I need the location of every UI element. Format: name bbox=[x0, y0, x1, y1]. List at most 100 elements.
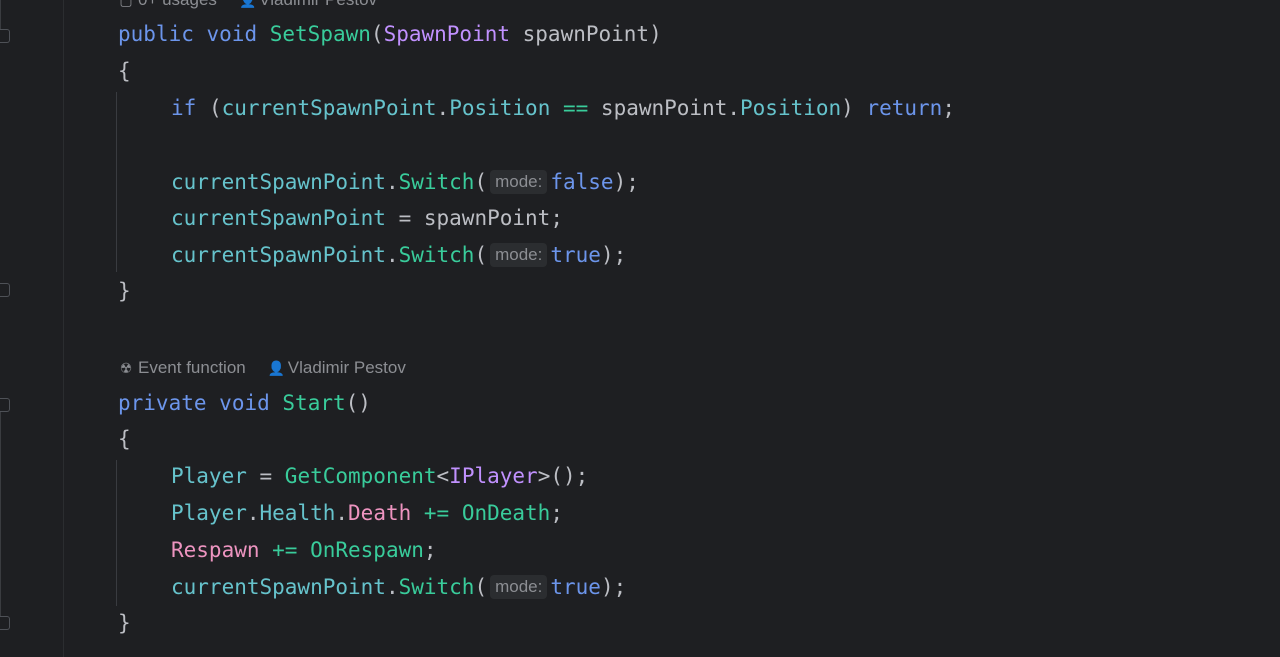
code-line[interactable]: Player.Health.Death += OnDeath; bbox=[171, 495, 563, 531]
punctuation: () bbox=[345, 391, 371, 415]
identifier: spawnPoint bbox=[600, 96, 728, 120]
keyword: void bbox=[219, 391, 270, 415]
fold-marker[interactable] bbox=[0, 398, 10, 412]
property-ref: Position bbox=[449, 96, 551, 120]
punctuation: > bbox=[537, 464, 551, 488]
usages-hint[interactable]: 0+ usages bbox=[138, 0, 217, 12]
punctuation: . bbox=[335, 501, 349, 525]
code-line[interactable]: if (currentSpawnPoint.Position == spawnP… bbox=[171, 90, 955, 126]
punctuation: ); bbox=[613, 170, 639, 194]
punctuation: ) bbox=[841, 96, 867, 120]
operator: += bbox=[259, 538, 311, 562]
punctuation: ; bbox=[942, 96, 955, 120]
fold-marker[interactable] bbox=[0, 283, 10, 297]
parameter-hint: mode: bbox=[490, 575, 548, 599]
radiation-icon: ☢ bbox=[119, 360, 133, 376]
property-ref: Position bbox=[740, 96, 842, 120]
code-line[interactable]: Respawn += OnRespawn; bbox=[171, 532, 437, 568]
punctuation: ); bbox=[600, 575, 627, 599]
code-line[interactable]: currentSpawnPoint.Switch(mode: false); bbox=[171, 164, 639, 200]
punctuation: ( bbox=[196, 96, 222, 120]
method-name: SetSpawn bbox=[269, 22, 371, 46]
keyword: void bbox=[206, 22, 258, 46]
code-line[interactable]: } bbox=[118, 273, 131, 309]
indent-guide bbox=[116, 460, 117, 606]
method-ref: OnDeath bbox=[461, 501, 551, 525]
punctuation: ) bbox=[649, 22, 662, 46]
brace: } bbox=[118, 611, 131, 635]
punctuation: ( bbox=[474, 243, 488, 267]
parameter-hint: mode: bbox=[490, 243, 548, 267]
method-call: GetComponent bbox=[284, 464, 437, 488]
operator: = bbox=[385, 206, 424, 230]
code-line[interactable]: currentSpawnPoint.Switch(mode: true); bbox=[171, 569, 626, 605]
code-vision-setspawn[interactable]: ▢ 0+ usages 👤 Vladimir Pestov bbox=[118, 0, 377, 12]
code-line[interactable]: { bbox=[118, 421, 131, 457]
field-ref: currentSpawnPoint bbox=[171, 243, 386, 267]
literal: true bbox=[550, 243, 601, 267]
punctuation: ( bbox=[474, 170, 488, 194]
keyword: public bbox=[118, 22, 194, 46]
editor-gutter[interactable] bbox=[0, 0, 64, 657]
punctuation: (); bbox=[550, 464, 589, 488]
gutter-divider bbox=[63, 0, 64, 657]
author-hint[interactable]: Vladimir Pestov bbox=[288, 356, 406, 380]
fold-marker[interactable] bbox=[0, 29, 10, 43]
method-call: Switch bbox=[398, 243, 475, 267]
code-line[interactable]: } bbox=[118, 605, 131, 641]
fold-marker[interactable] bbox=[0, 616, 10, 630]
code-line[interactable]: private void Start() bbox=[118, 385, 371, 421]
brace: { bbox=[118, 427, 131, 451]
punctuation: . bbox=[385, 575, 399, 599]
punctuation: < bbox=[436, 464, 450, 488]
property-ref: Health bbox=[259, 501, 336, 525]
method-call: Switch bbox=[398, 170, 475, 194]
code-vision-start[interactable]: ☢ Event function 👤 Vladimir Pestov bbox=[118, 356, 406, 380]
operator: = bbox=[246, 464, 285, 488]
punctuation: . bbox=[727, 96, 741, 120]
field-ref: currentSpawnPoint bbox=[171, 575, 386, 599]
operator: == bbox=[550, 96, 601, 120]
method-name: Start bbox=[282, 391, 346, 415]
parameter: spawnPoint bbox=[510, 22, 650, 46]
code-line[interactable]: public void SetSpawn(SpawnPoint spawnPoi… bbox=[118, 16, 662, 52]
punctuation: ); bbox=[600, 243, 627, 267]
code-line[interactable]: currentSpawnPoint.Switch(mode: true); bbox=[171, 237, 626, 273]
event-function-hint[interactable]: Event function bbox=[138, 356, 246, 380]
property-ref: Player bbox=[171, 464, 247, 488]
punctuation: ( bbox=[370, 22, 384, 46]
punctuation: ( bbox=[474, 575, 488, 599]
type-name: SpawnPoint bbox=[383, 22, 510, 46]
field-ref: currentSpawnPoint bbox=[171, 170, 386, 194]
literal: true bbox=[550, 575, 601, 599]
field-ref: currentSpawnPoint bbox=[221, 96, 437, 120]
code-line[interactable]: currentSpawnPoint = spawnPoint; bbox=[171, 200, 563, 236]
punctuation: . bbox=[246, 501, 260, 525]
code-editor[interactable]: ▢ 0+ usages 👤 Vladimir Pestov public voi… bbox=[0, 0, 1280, 657]
punctuation: . bbox=[385, 243, 399, 267]
punctuation: . bbox=[385, 170, 399, 194]
punctuation: ; bbox=[423, 538, 437, 562]
person-icon: 👤 bbox=[267, 360, 286, 376]
method-call: Switch bbox=[398, 575, 475, 599]
field-ref: currentSpawnPoint bbox=[171, 206, 386, 230]
parameter-hint: mode: bbox=[490, 170, 548, 194]
event-ref: Respawn bbox=[171, 538, 260, 562]
method-ref: OnRespawn bbox=[310, 538, 424, 562]
punctuation: ; bbox=[550, 501, 563, 525]
brace: { bbox=[118, 59, 131, 83]
usages-icon: ▢ bbox=[119, 0, 133, 8]
fold-rail bbox=[0, 412, 1, 617]
code-line[interactable]: Player = GetComponent<IPlayer>(); bbox=[171, 458, 588, 494]
author-hint[interactable]: Vladimir Pestov bbox=[259, 0, 377, 12]
type-name: IPlayer bbox=[449, 464, 538, 488]
code-line[interactable]: { bbox=[118, 53, 131, 89]
keyword: return bbox=[866, 96, 943, 120]
event-ref: Death bbox=[348, 501, 412, 525]
punctuation: . bbox=[436, 96, 450, 120]
person-icon: 👤 bbox=[238, 0, 257, 8]
literal: false bbox=[550, 170, 614, 194]
fold-rail bbox=[0, 0, 1, 30]
operator: += bbox=[411, 501, 462, 525]
identifier: spawnPoint bbox=[423, 206, 551, 230]
